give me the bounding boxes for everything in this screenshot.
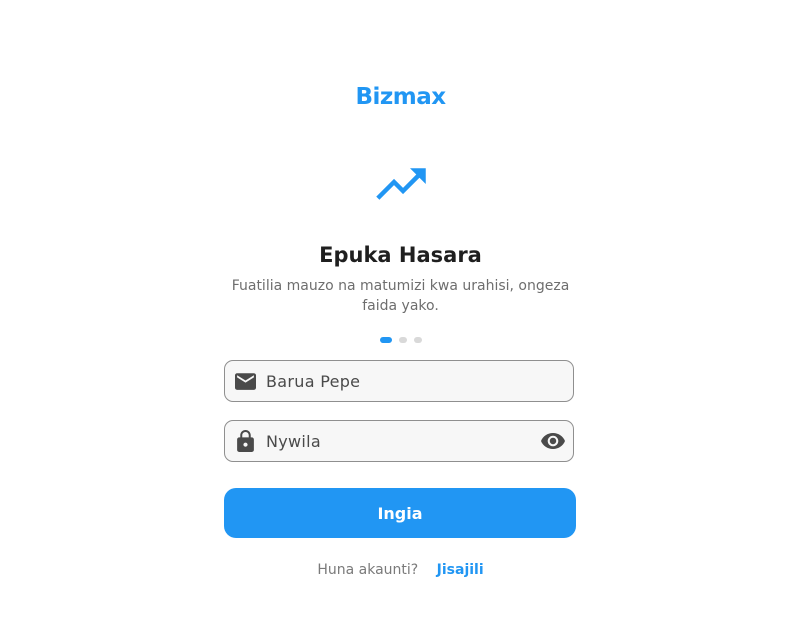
signup-link[interactable]: Jisajili (437, 562, 484, 578)
signup-prompt: Huna akaunti? (317, 562, 419, 578)
email-field (224, 360, 574, 402)
page-dot-1[interactable] (379, 337, 392, 343)
lock-icon (234, 430, 256, 452)
mail-icon (234, 370, 256, 392)
brand-logo: Bizmax (355, 84, 446, 110)
password-field (224, 420, 574, 462)
signup-row: Huna akaunti? Jisajili (0, 562, 801, 578)
eye-icon[interactable] (540, 430, 566, 452)
password-input[interactable] (264, 430, 540, 452)
onboarding-description: Fuatilia mauzo na matumizi kwa urahisi, … (231, 278, 570, 314)
trending-up-icon (376, 168, 426, 200)
onboarding-title: Epuka Hasara (319, 243, 482, 267)
page-indicator (0, 337, 801, 343)
page-dot-2[interactable] (398, 337, 407, 343)
login-button[interactable]: Ingia (224, 488, 576, 538)
login-screen: Bizmax Epuka Hasara Fuatilia mauzo na ma… (0, 0, 801, 639)
page-dot-3[interactable] (413, 337, 422, 343)
email-input[interactable] (264, 370, 573, 392)
